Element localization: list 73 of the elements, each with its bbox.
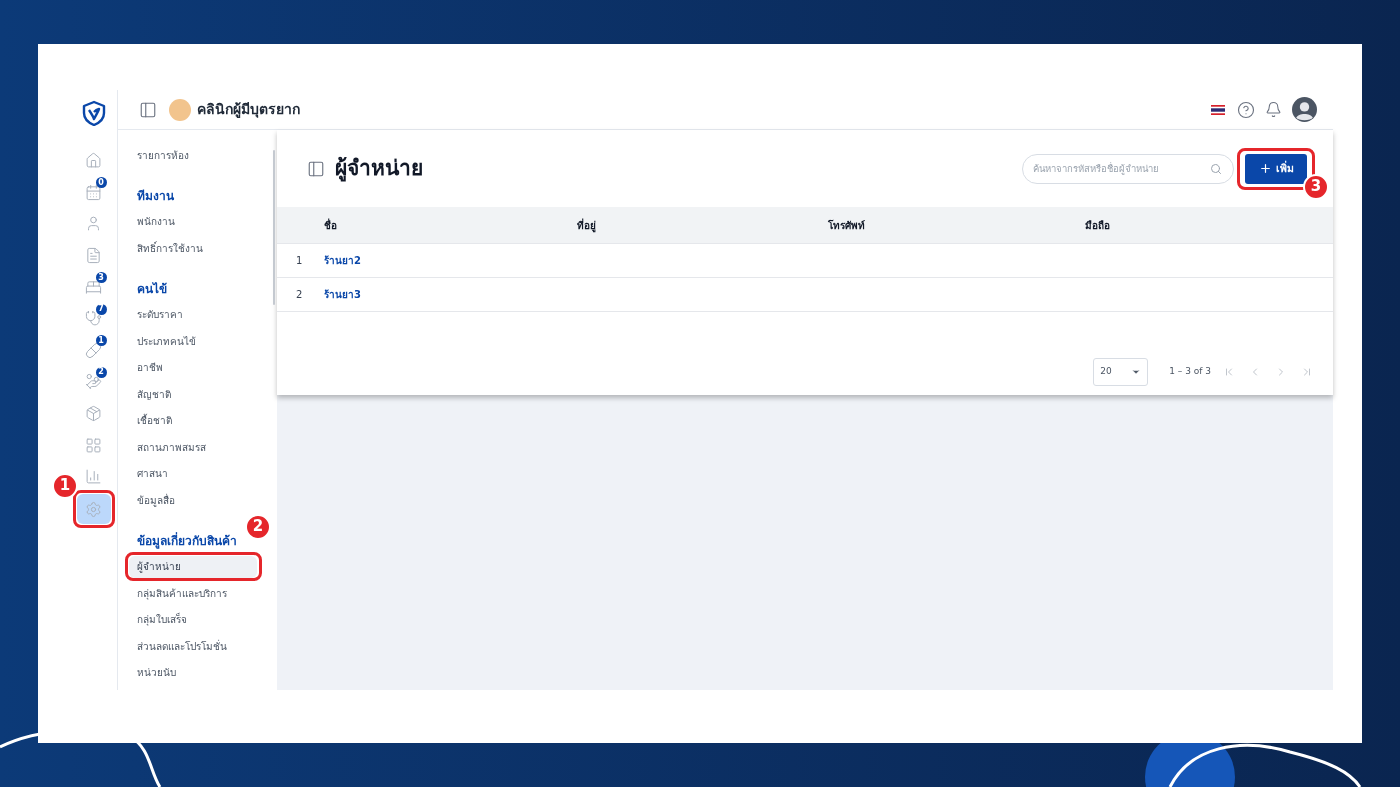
rail-nav-item[interactable] <box>76 494 111 525</box>
count-badge: 0 <box>95 177 107 189</box>
step-number-badge: 3 <box>1303 173 1329 200</box>
search-field[interactable]: ค้นหาจากรหัสหรือชื่อผู้จำหน่าย <box>1022 153 1234 184</box>
column-header: โทรศัพท์ <box>828 218 866 233</box>
add-button[interactable]: เพิ่ม <box>1245 153 1307 184</box>
step-number-badge: 1 <box>52 472 78 499</box>
sidebar-item[interactable]: รายการห้อง <box>129 144 197 167</box>
help-icon[interactable] <box>1237 100 1255 119</box>
sidebar-item[interactable]: ข้อมูลสื่อ <box>129 489 183 512</box>
calendar-icon <box>85 183 102 201</box>
rail-nav-item[interactable]: 2 <box>78 366 109 397</box>
rail-nav-item[interactable]: 1 <box>78 335 109 366</box>
plus-icon <box>1258 162 1272 175</box>
page-range: 1 – 3 of 3 <box>1169 365 1211 379</box>
sidebar-item[interactable]: เชื้อชาติ <box>129 409 180 432</box>
last-page-icon[interactable] <box>1301 366 1313 378</box>
sidebar-section-heading: ทีมงาน <box>137 187 175 205</box>
count-badge: 1 <box>95 335 107 347</box>
sidebar-item[interactable]: ระดับราคา <box>129 303 191 326</box>
caret-icon <box>1131 367 1142 377</box>
sidebar-item[interactable]: สถานภาพสมรส <box>129 436 214 459</box>
supplier-link[interactable]: ร้านยา3 <box>324 287 577 302</box>
search-icon <box>1210 162 1222 175</box>
bar-chart-icon <box>85 468 102 486</box>
box-icon <box>85 405 102 423</box>
document-icon <box>85 247 102 265</box>
rail-nav-item[interactable]: 3 <box>78 272 109 303</box>
sidebar-item[interactable]: ผู้จำหน่าย <box>129 555 257 578</box>
pill-icon <box>85 341 102 359</box>
tulip-shield-logo <box>81 100 106 126</box>
column-header: มือถือ <box>1085 218 1111 233</box>
sidebar-item[interactable]: พนักงาน <box>129 210 183 233</box>
sidebar-section-heading: คนไข้ <box>137 280 168 298</box>
row-number: 2 <box>295 288 304 302</box>
count-badge: 3 <box>95 272 107 284</box>
bed-icon <box>85 278 102 296</box>
sidebar-section-heading: ข้อมูลเกี่ยวกับสินค้า <box>137 531 238 551</box>
clinic-logo <box>169 98 191 121</box>
settings-icon <box>85 500 102 518</box>
panel-icon[interactable] <box>307 159 325 178</box>
row-number: 1 <box>295 254 304 268</box>
page-title: ผู้จำหน่าย <box>335 154 423 184</box>
count-badge: 2 <box>95 366 107 378</box>
clinic-name: คลินิกผู้มีบุตรยาก <box>197 100 300 120</box>
step-number-badge: 2 <box>245 513 271 540</box>
sidebar-item[interactable]: สัญชาติ <box>129 383 179 406</box>
sidebar-item[interactable]: กลุ่มใบเสร็จ <box>129 608 195 631</box>
user-avatar[interactable] <box>1292 97 1317 122</box>
sidebar-item[interactable]: ส่วนลดและโปรโมชั่น <box>129 635 235 658</box>
grid-icon <box>85 436 102 454</box>
first-page-icon[interactable] <box>1223 366 1235 378</box>
notification-bell-icon[interactable] <box>1265 101 1282 118</box>
supplier-link[interactable]: ร้านยา2 <box>324 253 577 268</box>
rail-nav-item[interactable]: 7 <box>78 303 109 334</box>
user-icon <box>85 215 102 233</box>
stethoscope-icon <box>85 310 102 328</box>
sidebar-item[interactable]: กลุ่มสินค้าและบริการ <box>129 582 235 605</box>
count-badge: 7 <box>95 303 107 315</box>
sidebar-item[interactable]: ประเภทคนไข้ <box>129 330 204 353</box>
thai-flag-icon[interactable] <box>1211 104 1225 115</box>
page-size-select[interactable]: 20 <box>1093 358 1149 386</box>
sidebar-item[interactable]: ศาสนา <box>129 462 176 485</box>
sidebar-item[interactable]: อาชีพ <box>129 356 171 379</box>
sidebar-item[interactable]: สิทธิ์การใช้งาน <box>129 237 211 260</box>
rail-nav-item[interactable]: 0 <box>78 177 109 208</box>
column-header: ที่อยู่ <box>577 217 597 233</box>
home-icon <box>85 152 102 170</box>
panel-toggle-icon[interactable] <box>139 100 157 119</box>
sidebar-item[interactable]: หน่วยนับ <box>129 661 184 684</box>
hand-coins-icon <box>85 373 102 391</box>
column-header: ชื่อ <box>324 217 338 233</box>
scrollbar[interactable] <box>273 150 275 305</box>
